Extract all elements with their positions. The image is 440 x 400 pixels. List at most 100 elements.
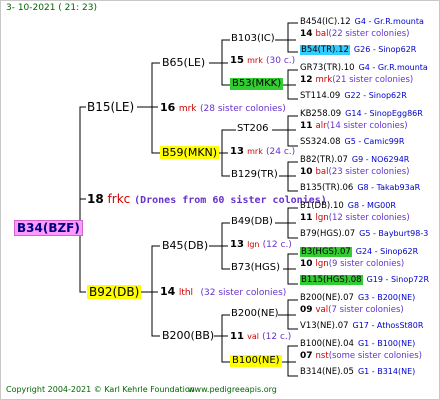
drone-desc: (Drones from 60 sister colonies) <box>134 195 327 206</box>
gen4-queen-info: G5 - Bayburt98-3 <box>359 229 429 238</box>
gen4-drone-code: bal <box>315 29 329 39</box>
gen4-queen[interactable]: B200(NE).07 G3 - B200(NE) <box>300 294 415 303</box>
gen3-drone-1-num: 15 <box>230 55 244 66</box>
gen3-b129[interactable]: B129(TR) <box>231 170 278 180</box>
gen3-b200ne-name: B200(NE) <box>231 308 279 319</box>
gen4-drone-desc: (9 sister colonies) <box>328 259 405 269</box>
gen2-drone-1-desc: (28 sister colonies) <box>200 104 286 114</box>
gen3-b100[interactable]: B100(NE) <box>230 355 282 367</box>
gen4-queen[interactable]: V13(NE).07 G17 - AthosSt80R <box>300 322 423 331</box>
gen3-drone-1-code: mrk <box>247 56 263 65</box>
sire-queen[interactable]: B15(LE) <box>87 101 134 113</box>
gen4-drone-num: 11 <box>300 213 313 223</box>
gen3-b73[interactable]: B73(HGS) <box>231 263 280 273</box>
gen4-queen-name: B54(TR).12 <box>300 45 350 55</box>
gen3-drone-4-num: 11 <box>230 331 244 342</box>
gen4-queen-info: G14 - SinopEgg86R <box>345 109 423 118</box>
gen4-queen[interactable]: B82(TR).07 G9 - NO6294R <box>300 156 409 165</box>
gen4-queen-info: G1 - B314(NE) <box>357 367 416 376</box>
gen3-st206[interactable]: ST206 <box>237 124 269 134</box>
gen3-b200ne[interactable]: B200(NE) <box>231 309 279 319</box>
gen4-queen-info: G8 - Takab93aR <box>357 183 421 192</box>
gen4-drone-info: 12 mrk(21 sister colonies) <box>300 76 413 85</box>
gen4-queen[interactable]: B1(DB).10 G8 - MG00R <box>300 202 396 211</box>
gen4-drone-num: 14 <box>300 29 313 39</box>
gen4-queen-name: B82(TR).07 <box>300 155 348 165</box>
gen2-b65-name: B65(LE) <box>162 56 206 69</box>
gen4-queen-name: KB258.09 <box>300 109 342 119</box>
gen4-queen-name: ST114.09 <box>300 91 341 101</box>
gen4-queen-info: G8 - MG00R <box>347 201 396 210</box>
gen4-queen-info: G5 - Camic99R <box>344 137 405 146</box>
gen4-drone-code: val <box>315 305 329 315</box>
gen4-queen-info: G26 - Sinop62R <box>353 45 417 54</box>
gen3-drone-1-desc: (30 c.) <box>266 56 296 66</box>
gen4-drone-num: 11 <box>300 121 313 131</box>
drone-code: frkc <box>107 192 131 206</box>
gen4-drone-num: 07 <box>300 351 313 361</box>
gen4-drone-code: mrk <box>315 75 333 85</box>
gen4-queen[interactable]: B54(TR).12 G26 - Sinop62R <box>300 45 417 55</box>
gen2-b45-name: B45(DB) <box>162 239 209 252</box>
gen4-queen[interactable]: GR73(TR).10 G4 - Gr.R.mounta <box>300 64 428 73</box>
site-link[interactable]: www.pedigreeapis.org <box>188 386 277 394</box>
gen4-drone-num: 09 <box>300 305 313 315</box>
gen4-queen-name: B3(HGS).07 <box>300 247 352 257</box>
gen4-queen-name: B454(IC).12 <box>300 17 351 27</box>
gen4-queen-name: B100(NE).04 <box>300 339 354 349</box>
gen2-drone-2-code: lthl <box>178 288 194 298</box>
gen4-queen[interactable]: B454(IC).12 G4 - Gr.R.mounta <box>300 18 424 27</box>
gen3-drone-3: 13 lgn (12 c.) <box>230 240 292 250</box>
gen4-drone-code: lgn <box>315 259 329 269</box>
gen3-drone-2-num: 13 <box>230 146 244 157</box>
gen4-queen-name: GR73(TR).10 <box>300 63 355 73</box>
gen4-drone-desc: (14 sister colonies) <box>326 121 408 131</box>
gen3-b100-name: B100(NE) <box>232 355 280 366</box>
gen4-queen-name: V13(NE).07 <box>300 321 349 331</box>
gen3-b49-name: B49(DB) <box>231 216 273 227</box>
gen4-queen[interactable]: KB258.09 G14 - SinopEgg86R <box>300 110 423 119</box>
dam-queen[interactable]: B92(DB) <box>87 285 142 299</box>
gen4-queen-info: G4 - Gr.R.mounta <box>358 63 428 72</box>
drone-num: 18 <box>87 192 104 206</box>
gen4-queen[interactable]: B135(TR).06 G8 - Takab93aR <box>300 184 420 193</box>
gen4-drone-desc: (some sister colonies) <box>328 351 422 361</box>
gen2-b59-name: B59(MKN) <box>162 146 218 159</box>
gen4-queen-info: G17 - AthosSt80R <box>352 321 424 330</box>
gen4-queen[interactable]: B100(NE).04 G1 - B100(NE) <box>300 340 415 349</box>
gen2-drone-1: 16 mrk (28 sister colonies) <box>160 102 286 114</box>
gen4-drone-desc: (7 sister colonies) <box>328 305 404 315</box>
gen4-queen[interactable]: SS324.08 G5 - Camic99R <box>300 138 404 147</box>
gen4-drone-code: alr <box>315 121 327 131</box>
gen2-b200bb[interactable]: B200(BB) <box>162 330 214 341</box>
gen2-drone-1-code: mrk <box>178 104 197 114</box>
gen4-drone-num: 10 <box>300 167 313 177</box>
dam-queen-name: B92(DB) <box>89 285 140 299</box>
gen2-b45[interactable]: B45(DB) <box>162 240 208 251</box>
gen4-drone-info: 10 lgn(9 sister colonies) <box>300 260 404 269</box>
root-queen-name: B34(BZF) <box>17 221 80 235</box>
gen3-drone-3-code: lgn <box>247 240 260 249</box>
gen3-drone-2-code: mrk <box>247 147 263 156</box>
gen3-drone-3-num: 13 <box>230 239 244 250</box>
gen4-drone-info: 11 lgn(12 sister colonies) <box>300 214 410 223</box>
gen3-b49[interactable]: B49(DB) <box>231 217 273 227</box>
gen2-b59[interactable]: B59(MKN) <box>160 146 220 159</box>
gen4-drone-desc: (12 sister colonies) <box>328 213 410 223</box>
gen4-queen-info: G1 - B100(NE) <box>357 339 416 348</box>
gen3-st206-name: ST206 <box>237 123 269 134</box>
gen4-drone-code: nst <box>315 351 329 361</box>
gen4-queen[interactable]: B314(NE).05 G1 - B314(NE) <box>300 368 415 377</box>
gen4-queen[interactable]: B3(HGS).07 G24 - Sinop62R <box>300 247 418 257</box>
gen3-drone-4-code: val <box>247 332 259 341</box>
gen3-b103[interactable]: B103(IC) <box>231 34 275 44</box>
gen2-b65[interactable]: B65(LE) <box>162 57 205 68</box>
gen4-queen[interactable]: ST114.09 G22 - Sinop62R <box>300 92 407 101</box>
gen2-drone-2-num: 14 <box>160 285 176 298</box>
gen4-queen-name: B135(TR).06 <box>300 183 354 193</box>
gen4-queen[interactable]: B79(HGS).07 G5 - Bayburt98-3 <box>300 230 428 239</box>
gen3-b129-name: B129(TR) <box>231 169 278 180</box>
gen4-queen[interactable]: B115(HGS).08 G19 - Sinop72R <box>300 275 429 285</box>
gen3-b53[interactable]: B53(MKK) <box>230 78 284 90</box>
root-queen[interactable]: B34(BZF) <box>14 220 83 236</box>
